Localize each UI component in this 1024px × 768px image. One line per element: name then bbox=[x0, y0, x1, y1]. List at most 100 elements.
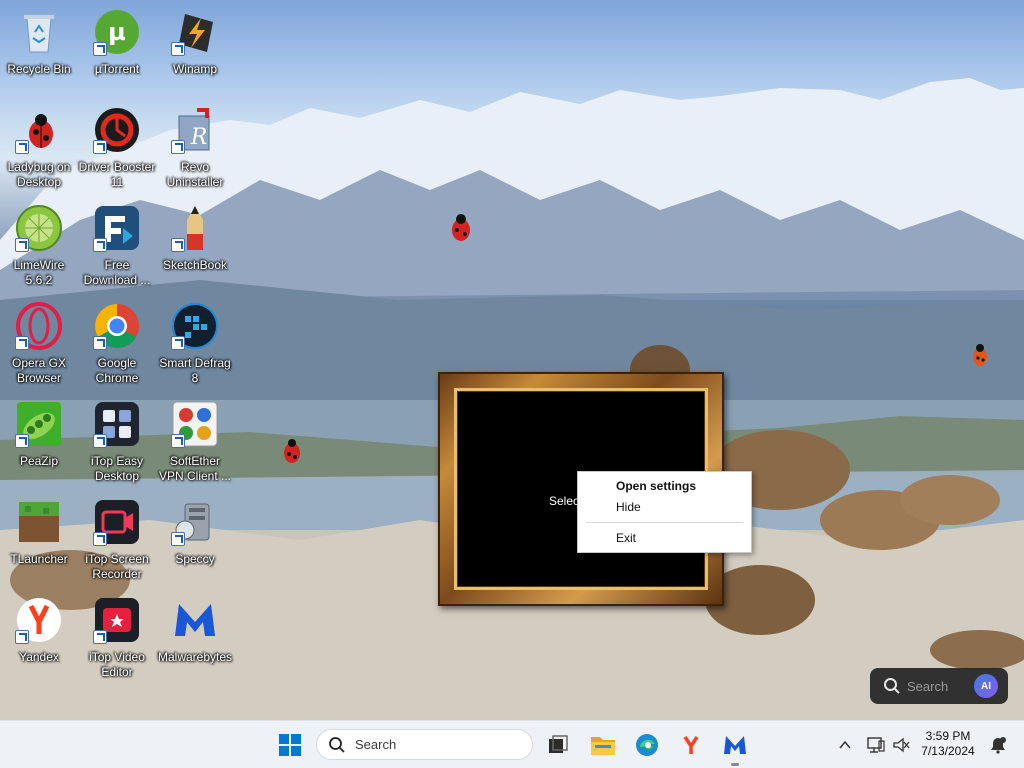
volume-button[interactable] bbox=[885, 729, 917, 761]
floating-search-widget[interactable]: Search AI bbox=[870, 668, 1008, 704]
start-button[interactable] bbox=[274, 729, 306, 761]
yandex-taskbar-button[interactable] bbox=[675, 729, 707, 761]
desktop-icon-label: iTop Video Editor bbox=[89, 650, 145, 679]
chrome-icon bbox=[93, 302, 141, 350]
desktop-icon-label: PeaZip bbox=[19, 454, 59, 468]
softether-vpn-icon bbox=[171, 400, 219, 448]
itop-video-editor-icon bbox=[93, 596, 141, 644]
malwarebytes-icon bbox=[171, 596, 219, 644]
floating-search-placeholder: Search bbox=[907, 678, 949, 694]
shortcut-arrow-icon bbox=[171, 336, 185, 350]
free-download-icon bbox=[93, 204, 141, 252]
menu-item-exit[interactable]: Exit bbox=[616, 531, 636, 545]
chevron-up-icon bbox=[839, 740, 851, 749]
desktop-icon-opera-gx[interactable]: Opera GX Browser bbox=[0, 294, 78, 386]
desktop-icon-ladybug[interactable]: Ladybug on Desktop bbox=[0, 98, 78, 190]
desktop-icon-label: Speccy bbox=[175, 552, 215, 566]
desktop-icon-label: Recycle Bin bbox=[7, 62, 71, 76]
desktop-icon-label: TLauncher bbox=[10, 552, 68, 566]
menu-item-hide[interactable]: Hide bbox=[616, 500, 641, 514]
file-explorer-button[interactable] bbox=[587, 729, 619, 761]
desktop-icon-label: SoftEther VPN Client ... bbox=[158, 454, 232, 483]
desktop-icon-label: LimeWire 5.6.2 bbox=[13, 258, 65, 287]
malwarebytes-taskbar-button[interactable] bbox=[719, 729, 751, 766]
shortcut-arrow-icon bbox=[93, 532, 107, 546]
desktop-icon-label: SketchBook bbox=[162, 258, 228, 272]
shortcut-arrow-icon bbox=[15, 238, 29, 252]
desktop-icon-label: Driver Booster 11 bbox=[78, 160, 156, 189]
shortcut-arrow-icon bbox=[171, 532, 185, 546]
desktop-icon-malwarebytes[interactable]: Malwarebytes bbox=[156, 588, 234, 680]
desktop-icon-softether[interactable]: SoftEther VPN Client ... bbox=[156, 392, 234, 484]
yandex-icon bbox=[15, 596, 63, 644]
sketchbook-icon bbox=[171, 204, 219, 252]
desktop-icon-speccy[interactable]: Speccy bbox=[156, 490, 234, 582]
shortcut-arrow-icon bbox=[171, 42, 185, 56]
shortcut-arrow-icon bbox=[171, 140, 185, 154]
edge-button[interactable] bbox=[631, 729, 663, 761]
tlauncher-icon bbox=[15, 498, 63, 546]
running-indicator bbox=[731, 763, 739, 766]
peazip-icon bbox=[15, 400, 63, 448]
desktop-icon-itop-video-editor[interactable]: iTop Video Editor bbox=[78, 588, 156, 680]
task-view-icon bbox=[549, 735, 568, 753]
desktop-icon-free-download[interactable]: Free Download ... bbox=[78, 196, 156, 288]
show-hidden-icons-button[interactable] bbox=[829, 729, 861, 761]
desktop-icon-recycle-bin[interactable]: Recycle Bin bbox=[0, 0, 78, 92]
revo-uninstaller-icon: R bbox=[171, 106, 219, 154]
malwarebytes-icon bbox=[724, 736, 746, 754]
desktop-icon-itop-screen-recorder[interactable]: iTop Screen Recorder bbox=[78, 490, 156, 582]
menu-item-open-settings[interactable]: Open settings bbox=[616, 479, 696, 493]
svg-text:µ: µ bbox=[108, 18, 126, 46]
file-explorer-icon bbox=[591, 737, 615, 755]
winamp-icon bbox=[171, 8, 219, 56]
desktop-icon-tlauncher[interactable]: TLauncher bbox=[0, 490, 78, 582]
desktop-icon-label: Google Chrome bbox=[95, 356, 139, 385]
desktop-icon-revo[interactable]: R Revo Uninstaller bbox=[156, 98, 234, 190]
recycle-bin-icon bbox=[15, 8, 63, 56]
desktop-icon-label: iTop Screen Recorder bbox=[85, 552, 149, 581]
search-icon bbox=[329, 736, 345, 753]
speaker-muted-icon bbox=[893, 737, 910, 753]
shortcut-arrow-icon bbox=[15, 630, 29, 644]
limewire-icon bbox=[15, 204, 63, 252]
shortcut-arrow-icon bbox=[15, 336, 29, 350]
task-view-button[interactable] bbox=[541, 729, 573, 761]
desktop-icon-chrome[interactable]: Google Chrome bbox=[78, 294, 156, 386]
shortcut-arrow-icon bbox=[15, 434, 29, 448]
desktop-icon-label: Ladybug on Desktop bbox=[7, 160, 71, 189]
desktop-icon-label: Free Download ... bbox=[83, 258, 151, 287]
desktop-icon-driver-booster[interactable]: Driver Booster 11 bbox=[78, 98, 156, 190]
shortcut-arrow-icon bbox=[171, 238, 185, 252]
taskbar-search-placeholder: Search bbox=[355, 737, 397, 752]
desktop-icon-label: iTop Easy Desktop bbox=[90, 454, 144, 483]
desktop-icon-peazip[interactable]: PeaZip bbox=[0, 392, 78, 484]
monitor-network-icon bbox=[867, 737, 885, 753]
frame-caption: Selec bbox=[549, 494, 580, 508]
desktop-icon-yandex[interactable]: Yandex bbox=[0, 588, 78, 680]
itop-easy-desktop-icon bbox=[93, 400, 141, 448]
taskbar-search-box[interactable]: Search bbox=[316, 729, 533, 760]
taskbar-clock[interactable]: 3:59 PM 7/13/2024 bbox=[916, 729, 980, 759]
desktop-icon-utorrent[interactable]: µ µTorrent bbox=[78, 0, 156, 92]
desktop-icon-label: Revo Uninstaller bbox=[166, 160, 224, 189]
desktop-icon-label: Yandex bbox=[19, 650, 59, 664]
desktop-icon-sketchbook[interactable]: SketchBook bbox=[156, 196, 234, 288]
desktop-icon-itop-easy-desktop[interactable]: iTop Easy Desktop bbox=[78, 392, 156, 484]
desktop-icon-limewire[interactable]: LimeWire 5.6.2 bbox=[0, 196, 78, 288]
ai-assistant-icon[interactable]: AI bbox=[974, 674, 998, 698]
desktop-icon-label: Malwarebytes bbox=[157, 650, 233, 664]
desktop-icon-winamp[interactable]: Winamp bbox=[156, 0, 234, 92]
notifications-button[interactable] bbox=[982, 729, 1014, 761]
utorrent-icon: µ bbox=[93, 8, 141, 56]
svg-text:R: R bbox=[190, 125, 208, 150]
desktop-icon-label: Opera GX Browser bbox=[11, 356, 67, 385]
shortcut-arrow-icon bbox=[15, 140, 29, 154]
shortcut-arrow-icon bbox=[93, 630, 107, 644]
shortcut-arrow-icon bbox=[93, 42, 107, 56]
desktop-icon-label: Winamp bbox=[172, 62, 217, 76]
shortcut-arrow-icon bbox=[93, 336, 107, 350]
desktop-icon-smart-defrag[interactable]: Smart Defrag 8 bbox=[156, 294, 234, 386]
ladybug-icon bbox=[15, 106, 63, 154]
speccy-icon bbox=[171, 498, 219, 546]
